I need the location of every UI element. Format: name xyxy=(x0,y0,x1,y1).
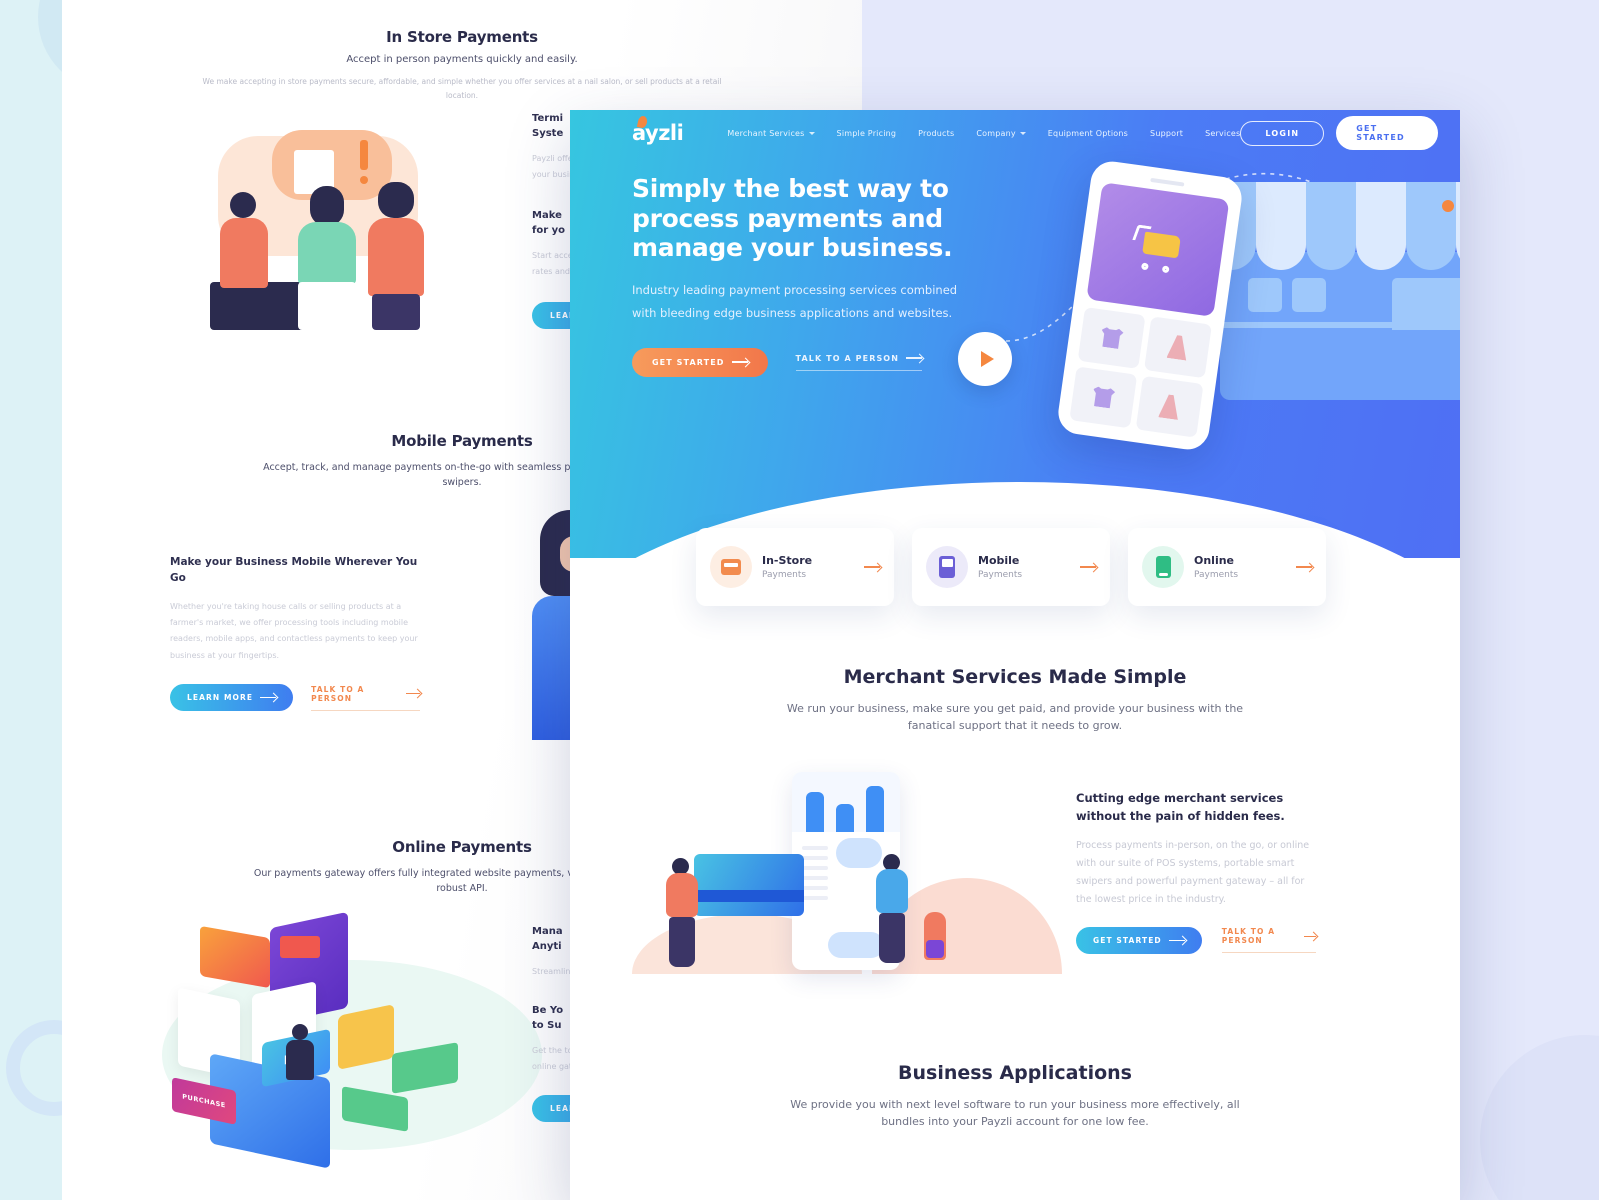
hero-talk-label: TALK TO A PERSON xyxy=(795,353,900,363)
bg-mobile-learn-more-button[interactable]: LEARN MORE xyxy=(170,684,294,712)
merchant-services-heading: Merchant Services Made Simple xyxy=(843,666,1187,688)
business-applications-heading: Business Applications xyxy=(898,1062,1132,1085)
card-subtitle: Payments xyxy=(1194,570,1239,580)
arrow-right-icon xyxy=(906,357,923,359)
nav-label: Merchant Services xyxy=(727,128,805,138)
arrow-right-icon xyxy=(731,361,748,363)
hero-section: ayzli Merchant Services Simple Pricing P… xyxy=(570,110,1460,558)
card-mobile-payments[interactable]: Mobile Payments xyxy=(912,528,1110,606)
arrow-right-icon xyxy=(260,696,277,699)
card-title: In-Store xyxy=(762,554,813,567)
hero-cta-group: GET STARTED TALK TO A PERSON xyxy=(632,347,972,377)
site-navbar: ayzli Merchant Services Simple Pricing P… xyxy=(570,110,1460,156)
business-applications-paragraph: We provide you with next level software … xyxy=(790,1098,1240,1129)
merchant-services-section: Merchant Services Made Simple We run you… xyxy=(570,666,1460,982)
mobile-phone-icon xyxy=(926,546,968,588)
pos-terminal-icon xyxy=(710,546,752,588)
online-store-icon xyxy=(1142,546,1184,588)
hero-get-started-label: GET STARTED xyxy=(652,357,725,367)
arrow-right-icon xyxy=(1168,939,1185,942)
hero-paragraph: Industry leading payment processing serv… xyxy=(632,282,958,321)
nav-label: Simple Pricing xyxy=(836,128,897,138)
feature-cards: In-Store Payments Mobile Payments Online… xyxy=(696,528,1326,606)
hero-talk-to-person-link[interactable]: TALK TO A PERSON xyxy=(795,353,923,371)
location-pin-dot-icon xyxy=(1442,200,1454,212)
bg-mobile-copy-heading: Make your Business Mobile Wherever You G… xyxy=(170,556,418,584)
merchant-cta-group: GET STARTED TALK TO A PERSON xyxy=(1076,926,1316,954)
hero-get-started-button[interactable]: GET STARTED xyxy=(632,347,768,377)
merchant-talk-label: TALK TO A PERSON xyxy=(1221,927,1276,946)
nav-label: Company xyxy=(976,128,1016,138)
bg-in-store-note: We make accepting in store payments secu… xyxy=(202,77,722,100)
arrow-right-icon[interactable] xyxy=(1296,566,1312,568)
arrow-right-icon xyxy=(1303,935,1316,938)
bg-mobile-talk-label: TALK TO A PERSON xyxy=(311,684,365,703)
nav-label: Products xyxy=(918,128,955,138)
card-subtitle: Payments xyxy=(762,570,807,580)
card-in-store-payments[interactable]: In-Store Payments xyxy=(696,528,894,606)
product-tile xyxy=(1135,375,1204,438)
in-store-illustration xyxy=(202,130,462,330)
merchant-talk-link[interactable]: TALK TO A PERSON xyxy=(1221,927,1316,954)
bg-mobile-copy-body: Whether you're taking house calls or sel… xyxy=(170,601,418,660)
business-applications-section: Business Applications We provide you wit… xyxy=(570,1062,1460,1130)
nav-item-simple-pricing[interactable]: Simple Pricing xyxy=(837,129,897,138)
card-title: Online xyxy=(1194,554,1235,567)
nav-label: Equipment Options xyxy=(1047,128,1129,138)
login-button[interactable]: LOGIN xyxy=(1240,120,1325,146)
nav-item-products[interactable]: Products xyxy=(918,129,954,138)
hero-copy: Simply the best way to process payments … xyxy=(632,174,972,377)
merchant-services-copy: Cutting edge merchant services without t… xyxy=(1076,790,1316,954)
tablet-chart xyxy=(792,772,900,833)
merchant-get-started-label: GET STARTED xyxy=(1093,935,1162,945)
merchant-services-paragraph: We run your business, make sure you get … xyxy=(786,702,1244,733)
nav-item-equipment-options[interactable]: Equipment Options xyxy=(1048,129,1128,138)
credit-card-illustration xyxy=(694,854,804,917)
merchant-copy-heading: Cutting edge merchant services without t… xyxy=(1076,791,1285,823)
navbar-actions: LOGIN GET STARTED xyxy=(1240,116,1438,150)
foreground-webpage: ayzli Merchant Services Simple Pricing P… xyxy=(570,110,1460,1200)
bg-section-in-store: In Store Payments Accept in person payme… xyxy=(62,28,862,103)
card-subtitle: Payments xyxy=(978,570,1023,580)
bg-in-store-subtitle: Accept in person payments quickly and ea… xyxy=(346,54,578,65)
payzli-logo[interactable]: ayzli xyxy=(632,115,684,145)
nav-get-started-button[interactable]: GET STARTED xyxy=(1336,116,1438,150)
bg-mobile-learn-more-label: LEARN MORE xyxy=(187,693,254,703)
person-left xyxy=(666,858,698,968)
merchant-get-started-button[interactable]: GET STARTED xyxy=(1076,926,1202,954)
bg-mobile-talk-link[interactable]: TALK TO A PERSON xyxy=(311,685,420,711)
arrow-right-icon[interactable] xyxy=(1080,566,1096,568)
chevron-down-icon xyxy=(808,131,815,135)
nav-label: Support xyxy=(1150,128,1184,138)
merchant-services-row: Cutting edge merchant services without t… xyxy=(632,762,1398,982)
decorative-circle xyxy=(1480,1035,1599,1200)
nav-item-services[interactable]: Services xyxy=(1205,129,1240,138)
hero-content: Simply the best way to process payments … xyxy=(570,156,1460,377)
chevron-down-icon xyxy=(1019,131,1026,135)
nav-label: Services xyxy=(1205,128,1241,138)
arrow-right-icon[interactable] xyxy=(864,566,880,568)
card-title: Mobile xyxy=(978,554,1020,567)
bg-mobile-copy: Make your Business Mobile Wherever You G… xyxy=(170,555,420,712)
merchant-copy-body: Process payments in-person, on the go, o… xyxy=(1076,839,1310,905)
online-payments-illustration: PAY PURCHASE xyxy=(152,911,552,1180)
nav-item-company[interactable]: Company xyxy=(976,128,1026,138)
nav-item-support[interactable]: Support xyxy=(1150,129,1183,138)
merchant-services-illustration xyxy=(632,762,1062,982)
bg-in-store-title: In Store Payments xyxy=(386,28,538,46)
hero-heading: Simply the best way to process payments … xyxy=(632,174,953,262)
nav-item-merchant-services[interactable]: Merchant Services xyxy=(727,128,815,138)
navbar-links: Merchant Services Simple Pricing Product… xyxy=(727,129,1240,138)
person-right xyxy=(876,854,908,964)
arrow-right-icon xyxy=(405,692,420,695)
card-online-payments[interactable]: Online Payments xyxy=(1128,528,1326,606)
